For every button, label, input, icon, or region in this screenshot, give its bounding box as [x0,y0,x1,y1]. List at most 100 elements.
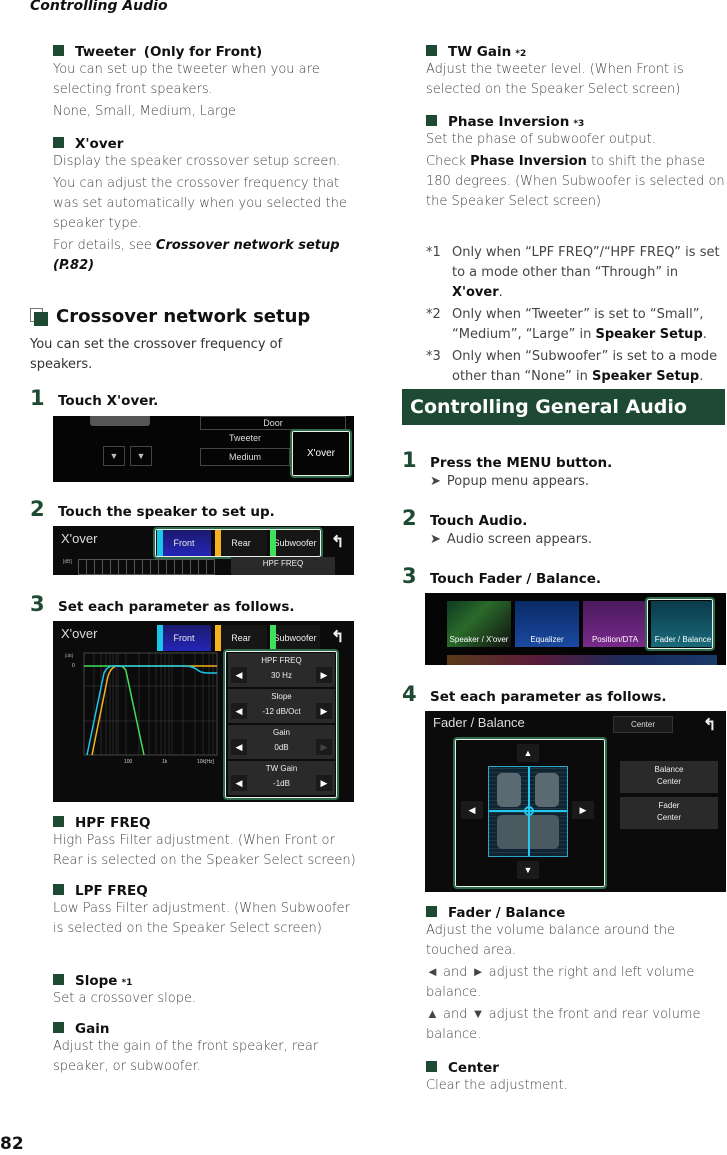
step-end: . [153,393,159,409]
item-options: None, Small, Medium, Large [53,104,236,119]
item-desc: You can set up the tweeter when you are … [53,62,320,97]
center-button[interactable]: Center [613,716,673,733]
step-number: 1 [30,386,45,410]
fader-label: Fader [658,801,680,810]
graph-frame [83,652,218,756]
increase-arrow-icon[interactable]: ▶ [316,667,332,683]
param-gain: Gain ◀ 0dB ▶ [228,725,335,759]
step-text: Touch [430,513,479,529]
tiles-second-row [447,655,717,665]
decrease-arrow-icon[interactable]: ◀ [231,703,247,719]
rear-curve [91,665,217,756]
ref-prefix: For details, see [53,238,156,253]
speaker-icon[interactable]: ▼ [130,446,152,466]
param-tw-gain: TW Gain ◀ -1dB ▶ [228,761,335,795]
right-arrow-icon: ► [471,965,485,980]
section-banner: Controlling General Audio [402,389,725,425]
footnote-ref: *2 [515,49,527,59]
step-1: 1 Touch X'over. [30,386,158,410]
screen-title: X'over [61,531,98,546]
item-desc: Low Pass Filter adjustment. (When Subwoo… [53,901,350,936]
item-lpf-freq: LPF FREQ Low Pass Filter adjustment. (Wh… [53,883,358,939]
tweeter-value-button[interactable]: Medium [200,448,290,466]
tab-front[interactable]: Front [157,625,211,651]
decrease-arrow-icon[interactable]: ◀ [231,739,247,755]
item-title: Tweeter [75,44,136,60]
step-number: 2 [30,497,45,521]
step-number: 4 [402,682,417,706]
tile-label: Equalizer [530,635,564,644]
x-tick-10k: 10k[Hz] [197,759,215,765]
fader-value: Center [656,813,681,822]
down-arrow-icon: ▼ [471,1007,485,1022]
item-center: Center Clear the adjustment. [426,1060,727,1096]
item-desc: Adjust the volume balance around the tou… [426,923,676,958]
bullet-square-icon [53,816,64,827]
step-3: 3 Set each parameter as follows. [30,592,295,616]
menu-button-ref: MENU [506,455,552,471]
audio-menu-screen: Speaker / X'over Equalizer Position/DTA … [425,593,726,665]
step-result: Audio screen appears. [446,532,593,547]
step-text: Touch [430,571,479,587]
param-value: -1dB [273,778,290,788]
speaker-icon[interactable]: ▼ [103,446,125,466]
footnote-end: . [702,327,707,342]
desc-pre: Check [426,154,471,169]
bullet-square-icon [53,974,64,985]
fader-up-button[interactable]: ▲ [517,744,539,762]
y-axis-label: [dB] [65,653,73,658]
balance-left-button[interactable]: ◀ [461,801,483,819]
item-tw-gain: TW Gain *2 Adjust the tweeter level. (Whe… [426,44,727,100]
decrease-arrow-icon[interactable]: ◀ [231,667,247,683]
fader-display: Fader Center [620,797,718,829]
balance-right-button[interactable]: ▶ [572,801,594,819]
tab-rear[interactable]: Rear [215,625,267,651]
back-icon[interactable]: ↰ [331,532,344,552]
step-text: Set each parameter as follows. [430,689,667,705]
fader-down-button[interactable]: ▼ [517,861,539,879]
back-icon[interactable]: ↰ [331,627,344,647]
position-marker[interactable] [524,806,534,816]
desc-bold: Phase Inversion [470,154,587,169]
audio-ref: Audio [478,513,523,529]
and-text: and [438,1007,472,1022]
x-tick-100: 100 [124,759,133,765]
crossover-graph: [dB] 0 100 1k 10k[Hz] [65,652,218,765]
tile-speaker-xover[interactable]: Speaker / X'over [447,601,511,647]
tile-equalizer[interactable]: Equalizer [515,601,579,647]
step-text: Set each parameter as follows. [58,599,295,615]
balance-display: Balance Center [620,761,718,793]
bullet-square-icon [426,906,437,917]
item-title: Center [448,1060,499,1076]
decrease-arrow-icon[interactable]: ◀ [231,775,247,791]
item-gain: Gain Adjust the gain of the front speake… [53,1021,358,1077]
fader-balance-grid[interactable] [488,766,568,857]
tile-position-dta[interactable]: Position/DTA [583,601,647,647]
footnote-bold: X'over [452,285,499,300]
footnote-1: *1 Only when “LPF FREQ”/“HPF FREQ” is set… [426,243,726,303]
x-tick-1k: 1k [162,759,168,765]
step-number: 1 [402,448,417,472]
tweeter-label: Tweeter [228,433,261,443]
highlight-frame [290,429,352,478]
xover-item: X'over Display the speaker crossover set… [53,136,358,276]
item-title: LPF FREQ [75,883,148,899]
front-curve [86,665,217,756]
back-icon[interactable]: ↰ [703,715,716,735]
item-title: HPF FREQ [75,815,151,831]
item-title: Slope [75,973,118,989]
increase-arrow-icon[interactable]: ▶ [316,703,332,719]
increase-arrow-icon[interactable]: ▶ [316,775,332,791]
db-label: [dB] [63,559,72,565]
bullet-square-icon [426,1061,437,1072]
and-text: and [438,965,472,980]
bullet-square-icon [53,884,64,895]
car-seat-graphic [90,416,150,426]
item-title: Fader / Balance [448,905,566,921]
item-desc: Clear the adjustment. [426,1078,568,1093]
param-label: Gain [273,728,290,737]
door-button[interactable]: Door [200,416,346,430]
result-arrow-icon: ➤ [430,532,441,547]
step-end: button. [551,455,613,471]
tab-subwoofer[interactable]: Subwoofer [270,625,320,651]
